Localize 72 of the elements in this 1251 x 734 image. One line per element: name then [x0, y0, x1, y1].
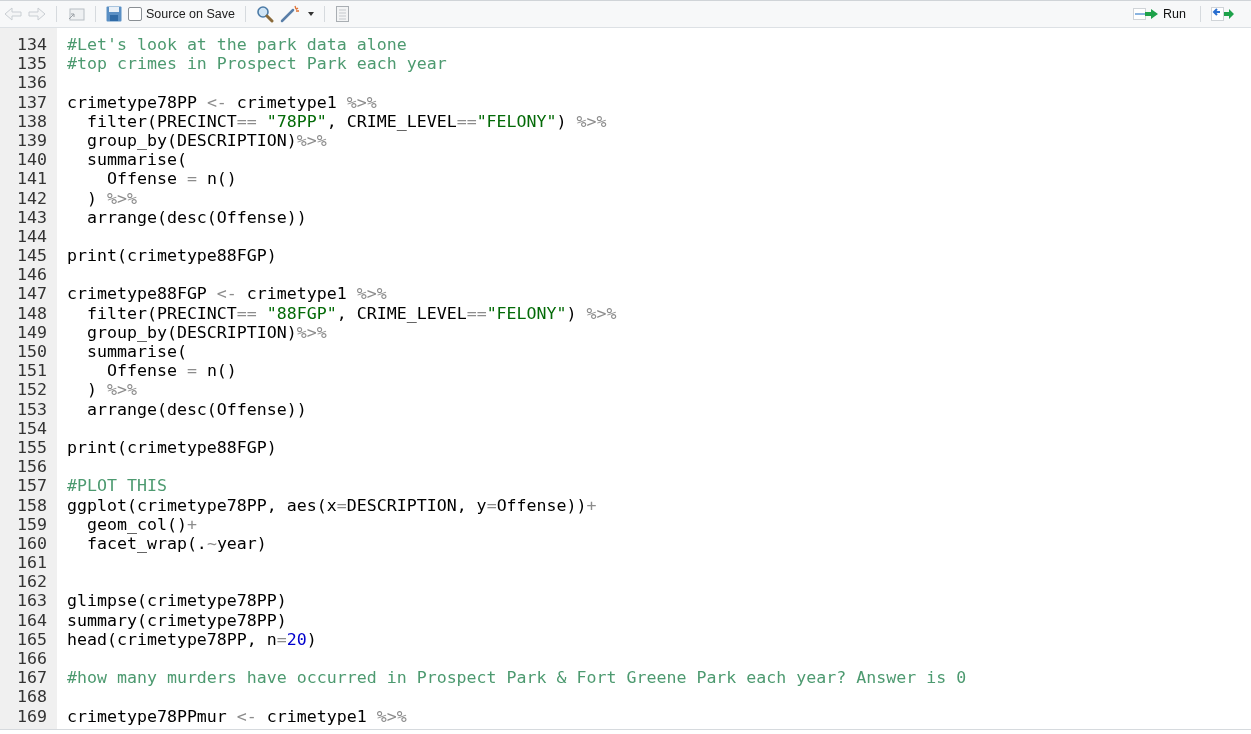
code-line: head(crimetype78PP, n=20) [67, 629, 317, 649]
line-number: 138 [17, 111, 47, 131]
code-line: ggplot(crimetype78PP, aes(x=DESCRIPTION, y=Offense))+ [67, 495, 597, 515]
line-number: 160 [17, 533, 47, 554]
code-line: arrange(desc(Offense)) [85, 207, 307, 227]
line-number: 144 [17, 226, 47, 247]
save-icon[interactable] [106, 6, 122, 22]
line-number: 152 [17, 380, 47, 400]
search-icon[interactable] [255, 5, 274, 23]
line-number: 143 [17, 207, 47, 227]
line-number: 139 [17, 130, 47, 151]
line-number: 148 [17, 303, 47, 323]
code-comment: #top crimes in Prospect Park each year [67, 54, 447, 74]
line-number: 155 [17, 437, 47, 458]
run-button[interactable]: Run [1129, 3, 1190, 25]
line-number: 141 [17, 169, 47, 189]
line-number: 167 [17, 668, 47, 688]
notebook-icon[interactable] [334, 6, 349, 22]
code-line: summarise( [85, 150, 187, 170]
code-comment: #how many murders have occurred in Prospect Park & Fort Greene Park each year? Answer is 0 [67, 668, 967, 688]
code-line: crimetype78PP <- crimetype1 %>% [67, 92, 377, 112]
line-number: 154 [17, 418, 47, 438]
line-number: 136 [17, 73, 47, 93]
code-comment: #PLOT THIS [67, 476, 167, 496]
line-number: 135 [17, 54, 47, 74]
code-line: crimetype88FGP <- crimetype1 %>% [67, 284, 387, 304]
line-number: 158 [17, 495, 47, 515]
code-line: crimetype78PPmur <- crimetype1 %>% [67, 706, 407, 726]
line-number: 146 [17, 265, 47, 285]
line-number: 147 [17, 284, 47, 304]
run-arrow-icon [1133, 8, 1160, 20]
code-line: summarise( [85, 342, 187, 361]
code-line: arrange(desc(Offense)) [85, 399, 307, 419]
line-number: 150 [17, 342, 47, 362]
line-number: 156 [17, 457, 47, 477]
line-number: 137 [17, 92, 47, 112]
line-number: 140 [17, 150, 47, 170]
code-line: ) %>% [85, 380, 137, 400]
line-number: 151 [17, 361, 47, 381]
rerun-icon[interactable] [1211, 7, 1235, 21]
line-number: 169 [17, 706, 47, 726]
source-on-save-checkbox[interactable]: Source on Save [128, 4, 235, 24]
line-number: 164 [17, 610, 47, 630]
line-number: 145 [17, 246, 47, 266]
line-number: 162 [17, 572, 47, 592]
code-line: facet_wrap(.~year) [85, 533, 267, 553]
code-line: summary(crimetype78PP) [67, 610, 287, 630]
line-number: 168 [17, 687, 47, 707]
code-line: group_by(DESCRIPTION)%>% [85, 322, 327, 342]
line-number: 159 [17, 514, 47, 534]
line-number: 163 [17, 591, 47, 611]
line-number: 149 [17, 322, 47, 342]
line-number: 142 [17, 188, 47, 208]
line-number: 161 [17, 553, 47, 573]
line-number: 153 [17, 399, 47, 419]
code-line: Offense = n() [105, 361, 237, 381]
code-line: Offense = n() [105, 169, 237, 189]
code-line: print(crimetype88FGP) [67, 246, 277, 266]
code-line: geom_col()+ [85, 514, 197, 534]
line-number: 165 [17, 629, 47, 649]
code-comment: #Let's look at the park data alone [67, 35, 407, 54]
magic-wand-icon[interactable] [279, 5, 302, 23]
code-line: filter(PRECINCT== "78PP", CRIME_LEVEL=="FELONY") %>% [85, 111, 607, 131]
code-line: glimpse(crimetype78PP) [67, 591, 287, 611]
code-line: filter(PRECINCT== "88FGP", CRIME_LEVEL=="FELONY") %>% [85, 303, 617, 323]
code-line: print(crimetype88FGP) [67, 437, 277, 457]
code-line: group_by(DESCRIPTION)%>% [85, 130, 327, 150]
caret-icon[interactable] [307, 12, 314, 16]
line-number: 134 [17, 35, 47, 55]
line-number: 166 [17, 649, 47, 669]
code-line: ) %>% [85, 188, 137, 208]
line-number: 157 [17, 476, 47, 496]
